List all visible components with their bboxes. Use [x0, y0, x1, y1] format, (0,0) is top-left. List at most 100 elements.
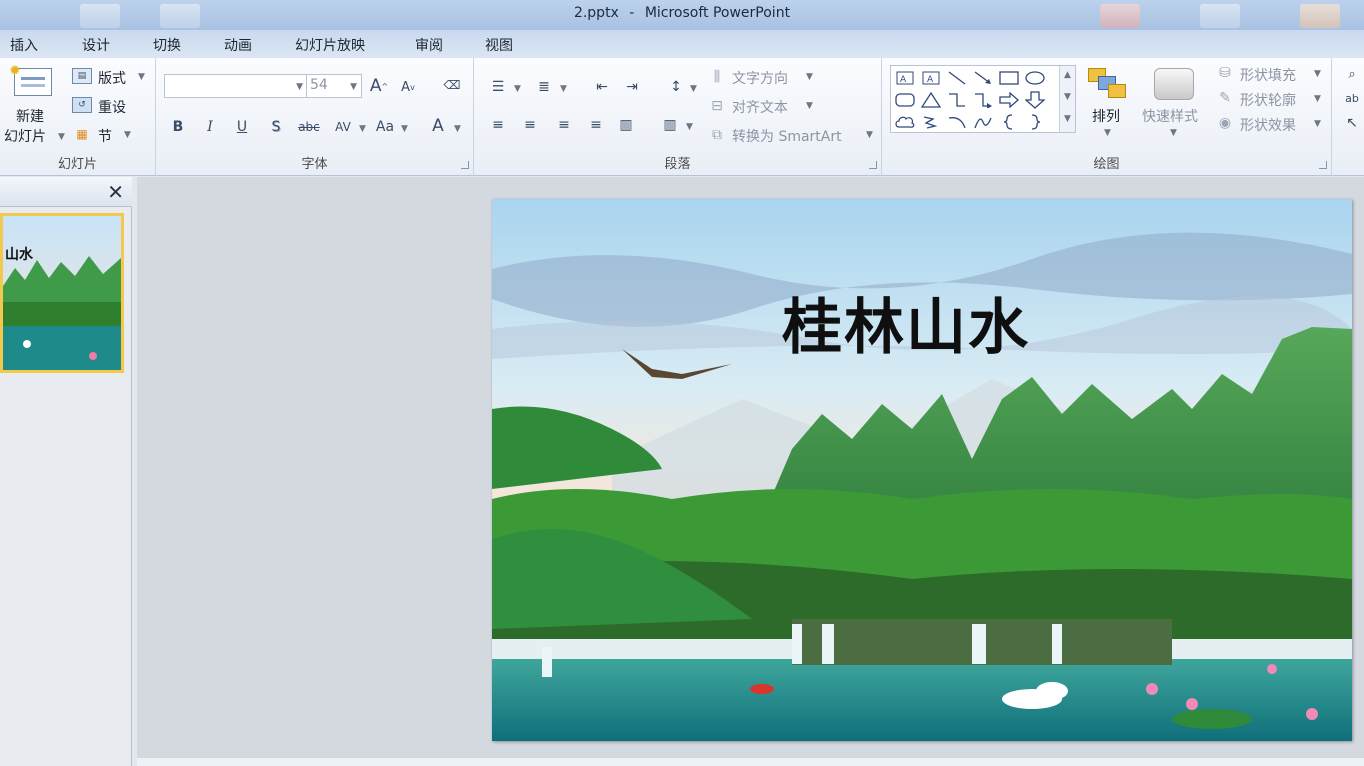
quick-styles-icon: [1154, 68, 1194, 100]
underline-icon[interactable]: U: [232, 116, 252, 138]
change-case-icon[interactable]: Aa: [370, 116, 400, 138]
tab-view[interactable]: 视图: [485, 35, 513, 55]
bold-icon[interactable]: B: [168, 116, 188, 138]
title-separator: -: [629, 5, 635, 21]
arrow-line-icon[interactable]: [972, 68, 994, 88]
left-brace-icon[interactable]: [998, 112, 1020, 132]
character-spacing-icon[interactable]: AV: [328, 116, 358, 138]
reset-button[interactable]: ↺ 重设: [72, 95, 152, 117]
quick-styles-button[interactable]: 快速样式 ▼: [1138, 64, 1210, 148]
reset-label: 重设: [98, 100, 126, 116]
shadow-icon[interactable]: S: [266, 116, 286, 138]
arc-icon[interactable]: [946, 112, 968, 132]
gallery-scrollbar[interactable]: ▲ ▼ ▼: [1059, 66, 1075, 132]
slide-title[interactable]: 桂林山水: [782, 279, 1030, 366]
find-icon[interactable]: ⌕: [1342, 64, 1362, 84]
section-icon: ▦: [76, 127, 88, 141]
clear-formatting-icon[interactable]: ⌫: [441, 75, 463, 95]
triangle-icon[interactable]: [920, 90, 942, 110]
align-right-icon[interactable]: ≡: [552, 114, 576, 136]
select-cursor-icon[interactable]: ↖: [1342, 113, 1362, 133]
line-icon[interactable]: [946, 68, 968, 88]
font-dialog-launcher[interactable]: [461, 161, 469, 169]
chevron-down-icon: ▼: [560, 84, 567, 94]
justify-icon[interactable]: ≡: [584, 114, 608, 136]
paint-bucket-icon: ⛁: [1219, 65, 1231, 81]
decrease-indent-icon[interactable]: ⇤: [590, 76, 614, 98]
svg-text:A: A: [900, 75, 907, 85]
columns-icon[interactable]: ▥: [658, 114, 682, 136]
layout-label: 版式: [98, 71, 126, 87]
tab-insert[interactable]: 插入: [10, 35, 38, 55]
chevron-down-icon: ▼: [454, 124, 461, 134]
text-direction-button[interactable]: ⫼ 文字方向 ▼: [706, 66, 876, 88]
paragraph-dialog-launcher[interactable]: [869, 161, 877, 169]
close-icon[interactable]: ✕: [107, 180, 124, 204]
line-spacing-icon[interactable]: ↕: [664, 76, 688, 98]
bullets-icon[interactable]: ☰: [486, 76, 510, 98]
convert-smartart-label: 转换为 SmartArt: [732, 129, 842, 145]
slide-thumbnail[interactable]: 山水: [0, 213, 124, 373]
grow-font-icon[interactable]: A ^: [368, 76, 390, 96]
gallery-up-icon[interactable]: ▲: [1064, 70, 1071, 80]
rectangle-icon[interactable]: [998, 68, 1020, 88]
tab-animations[interactable]: 动画: [224, 35, 252, 55]
curve-icon[interactable]: [972, 112, 994, 132]
shape-fill-button[interactable]: ⛁ 形状填充 ▼: [1214, 63, 1326, 85]
down-arrow-icon[interactable]: [1024, 90, 1046, 110]
gallery-down-icon[interactable]: ▼: [1064, 92, 1071, 102]
shape-outline-label: 形状轮廓: [1240, 93, 1296, 109]
thumbnail-title: 山水: [5, 247, 33, 263]
shrink-font-icon[interactable]: Av: [398, 78, 418, 96]
arrange-button[interactable]: 排列 ▼: [1082, 64, 1134, 148]
chevron-down-icon: ▼: [866, 130, 873, 140]
section-button[interactable]: ▦ 节 ▼: [72, 124, 152, 146]
gallery-more-icon[interactable]: ▼: [1064, 114, 1071, 124]
slides-group: ✹ 新建 幻灯片 ▼ ▤ 版式 ▼ ↺ 重设 ▦ 节 ▼ 幻灯片: [0, 58, 156, 176]
oval-icon[interactable]: [1024, 68, 1046, 88]
chevron-down-icon: ▼: [58, 132, 65, 142]
slide[interactable]: 桂林山水: [492, 199, 1352, 741]
replace-icon[interactable]: ab: [1342, 88, 1362, 108]
font-color-icon[interactable]: A: [426, 114, 450, 138]
elbow-arrow-connector-icon[interactable]: [972, 90, 994, 110]
text-box-icon[interactable]: A: [894, 68, 916, 88]
chevron-down-icon: ▼: [138, 72, 145, 82]
vertical-text-box-icon[interactable]: A: [920, 68, 942, 88]
shapes-gallery: A A ▲ ▼ ▼: [890, 65, 1076, 133]
tab-design[interactable]: 设计: [82, 35, 110, 55]
tab-transitions[interactable]: 切换: [153, 35, 181, 55]
pencil-icon: ✎: [1219, 90, 1231, 106]
increase-indent-icon[interactable]: ⇥: [620, 76, 644, 98]
align-center-icon[interactable]: ≡: [518, 114, 542, 136]
drawing-dialog-launcher[interactable]: [1319, 161, 1327, 169]
right-arrow-icon[interactable]: [998, 90, 1020, 110]
new-slide-button[interactable]: ✹ 新建 幻灯片 ▼: [2, 63, 66, 148]
numbering-icon[interactable]: ≣: [532, 76, 556, 98]
shape-outline-button[interactable]: ✎ 形状轮廓 ▼: [1214, 88, 1326, 110]
align-text-button[interactable]: ⊟ 对齐文本 ▼: [706, 95, 876, 117]
shape-effects-button[interactable]: ◉ 形状效果 ▼: [1214, 113, 1326, 135]
strikethrough-icon[interactable]: abc: [294, 116, 324, 138]
elbow-connector-icon[interactable]: [946, 90, 968, 110]
font-group: ▼ 54 ▼ A ^ Av ⌫ B I U S abc AV ▼ Aa ▼ A ▼…: [156, 58, 474, 176]
freeform-icon[interactable]: [920, 112, 942, 132]
tab-review[interactable]: 审阅: [415, 35, 443, 55]
smartart-icon: ⧉: [712, 127, 722, 143]
italic-icon[interactable]: I: [200, 116, 220, 138]
right-brace-icon[interactable]: [1024, 112, 1046, 132]
convert-smartart-button[interactable]: ⧉ 转换为 SmartArt ▼: [706, 124, 878, 146]
tab-slide-show[interactable]: 幻灯片放映: [295, 35, 365, 55]
font-size-combo[interactable]: 54 ▼: [306, 74, 362, 98]
new-slide-label-line1: 新建: [16, 109, 44, 125]
font-name-combo[interactable]: ▼: [164, 74, 308, 98]
chevron-down-icon: ▼: [1314, 119, 1321, 129]
align-left-icon[interactable]: ≡: [486, 114, 510, 136]
chevron-down-icon: ▼: [690, 84, 697, 94]
file-name: 2.pptx: [573, 5, 619, 21]
cloud-shape-icon[interactable]: [894, 112, 916, 132]
layout-button[interactable]: ▤ 版式 ▼: [72, 66, 152, 88]
thumbnail-landscape-image: [3, 216, 121, 370]
rounded-rectangle-icon[interactable]: [894, 90, 916, 110]
distributed-icon[interactable]: ▥: [614, 114, 638, 136]
